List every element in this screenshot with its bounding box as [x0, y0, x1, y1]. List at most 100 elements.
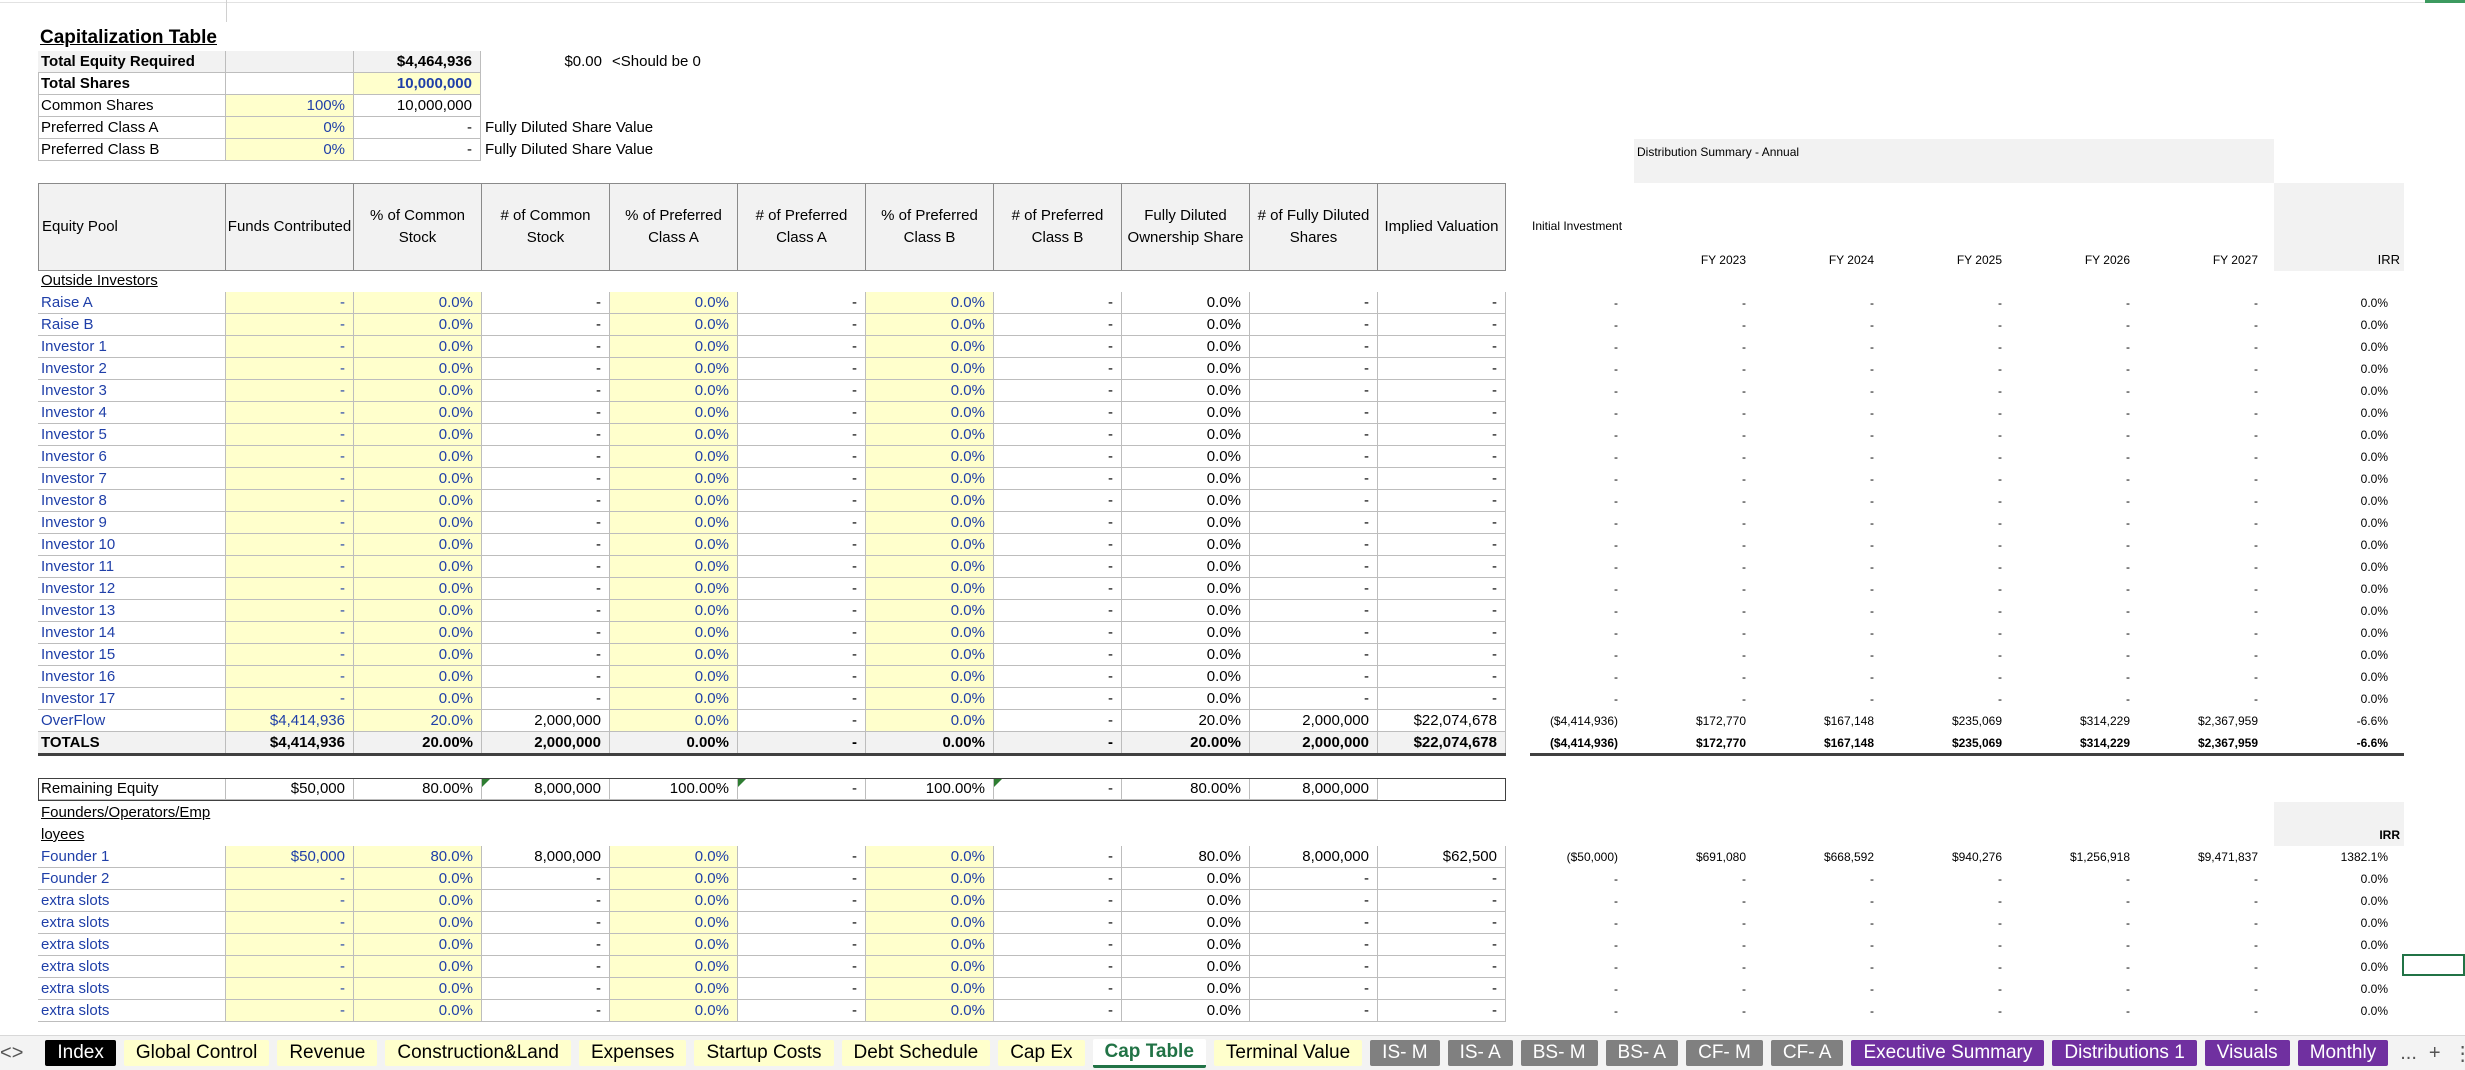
- common-pct-input[interactable]: 100%: [226, 95, 354, 117]
- founder-row-1-name[interactable]: Founder 2: [38, 868, 226, 890]
- founder-row-1-pct-pref-a[interactable]: 0.0%: [610, 868, 738, 890]
- investor-row-0-num-pref-a[interactable]: -: [738, 292, 866, 314]
- add-sheet-button[interactable]: +: [2429, 1042, 2441, 1065]
- founder-row-1-fd-share[interactable]: 0.0%: [1122, 868, 1250, 890]
- investor-row-16-valuation[interactable]: -: [1378, 644, 1506, 666]
- investor-row-13-num-pref-b[interactable]: -: [994, 578, 1122, 600]
- investor-row-9-num-common[interactable]: -: [482, 490, 610, 512]
- investor-row-17-pct-common[interactable]: 0.0%: [354, 666, 482, 688]
- investor-row-2-funds[interactable]: -: [226, 336, 354, 358]
- founder-row-6-fd-shares[interactable]: -: [1250, 978, 1378, 1000]
- investor-row-19-funds[interactable]: $4,414,936: [226, 710, 354, 732]
- investor-row-10-funds[interactable]: -: [226, 512, 354, 534]
- founder-row-3-num-common[interactable]: -: [482, 912, 610, 934]
- investor-row-4-num-pref-b[interactable]: -: [994, 380, 1122, 402]
- investor-row-16-name[interactable]: Investor 15: [38, 644, 226, 666]
- investor-row-1-fd-share[interactable]: 0.0%: [1122, 314, 1250, 336]
- founder-row-0-num-pref-a[interactable]: -: [738, 846, 866, 868]
- investor-row-12-valuation[interactable]: -: [1378, 556, 1506, 578]
- founder-row-6-pct-pref-a[interactable]: 0.0%: [610, 978, 738, 1000]
- founder-row-5-valuation[interactable]: -: [1378, 956, 1506, 978]
- founder-row-0-pct-common[interactable]: 80.0%: [354, 846, 482, 868]
- founder-row-6-fd-share[interactable]: 0.0%: [1122, 978, 1250, 1000]
- sheet-tab-revenue[interactable]: Revenue: [277, 1040, 378, 1066]
- founder-row-6-num-common[interactable]: -: [482, 978, 610, 1000]
- investor-row-14-funds[interactable]: -: [226, 600, 354, 622]
- investor-row-0-num-pref-b[interactable]: -: [994, 292, 1122, 314]
- investor-row-12-name[interactable]: Investor 11: [38, 556, 226, 578]
- total-equity-value[interactable]: $4,464,936: [354, 51, 481, 73]
- investor-row-1-num-pref-b[interactable]: -: [994, 314, 1122, 336]
- founder-row-5-pct-pref-b[interactable]: 0.0%: [866, 956, 994, 978]
- founder-row-3-pct-pref-b[interactable]: 0.0%: [866, 912, 994, 934]
- investor-row-9-fd-shares[interactable]: -: [1250, 490, 1378, 512]
- sheet-tab-startup-costs[interactable]: Startup Costs: [694, 1040, 834, 1066]
- investor-row-11-pct-pref-a[interactable]: 0.0%: [610, 534, 738, 556]
- founder-row-0-pct-pref-b[interactable]: 0.0%: [866, 846, 994, 868]
- investor-row-12-pct-pref-a[interactable]: 0.0%: [610, 556, 738, 578]
- investor-row-12-num-pref-b[interactable]: -: [994, 556, 1122, 578]
- founder-row-7-name[interactable]: extra slots: [38, 1000, 226, 1022]
- investor-row-18-pct-pref-b[interactable]: 0.0%: [866, 688, 994, 710]
- founder-row-2-pct-common[interactable]: 0.0%: [354, 890, 482, 912]
- founder-row-7-pct-pref-b[interactable]: 0.0%: [866, 1000, 994, 1022]
- founder-row-5-num-pref-a[interactable]: -: [738, 956, 866, 978]
- investor-row-8-fd-shares[interactable]: -: [1250, 468, 1378, 490]
- investor-row-16-num-pref-a[interactable]: -: [738, 644, 866, 666]
- founder-row-4-pct-pref-b[interactable]: 0.0%: [866, 934, 994, 956]
- investor-row-8-valuation[interactable]: -: [1378, 468, 1506, 490]
- investor-row-15-num-common[interactable]: -: [482, 622, 610, 644]
- founder-row-0-funds[interactable]: $50,000: [226, 846, 354, 868]
- sheet-tab-visuals[interactable]: Visuals: [2204, 1040, 2290, 1066]
- investor-row-0-pct-pref-b[interactable]: 0.0%: [866, 292, 994, 314]
- founder-row-1-fd-shares[interactable]: -: [1250, 868, 1378, 890]
- investor-row-15-fd-share[interactable]: 0.0%: [1122, 622, 1250, 644]
- investor-row-9-pct-pref-b[interactable]: 0.0%: [866, 490, 994, 512]
- investor-row-9-fd-share[interactable]: 0.0%: [1122, 490, 1250, 512]
- investor-row-14-name[interactable]: Investor 13: [38, 600, 226, 622]
- founder-row-6-num-pref-a[interactable]: -: [738, 978, 866, 1000]
- investor-row-8-funds[interactable]: -: [226, 468, 354, 490]
- founder-row-3-fd-shares[interactable]: -: [1250, 912, 1378, 934]
- investor-row-9-name[interactable]: Investor 8: [38, 490, 226, 512]
- investor-row-5-name[interactable]: Investor 4: [38, 402, 226, 424]
- investor-row-15-num-pref-b[interactable]: -: [994, 622, 1122, 644]
- founder-row-3-pct-common[interactable]: 0.0%: [354, 912, 482, 934]
- investor-row-19-fd-shares[interactable]: 2,000,000: [1250, 710, 1378, 732]
- investor-row-6-fd-share[interactable]: 0.0%: [1122, 424, 1250, 446]
- investor-row-18-fd-shares[interactable]: -: [1250, 688, 1378, 710]
- founder-row-1-pct-common[interactable]: 0.0%: [354, 868, 482, 890]
- investor-row-1-num-pref-a[interactable]: -: [738, 314, 866, 336]
- investor-row-13-pct-common[interactable]: 0.0%: [354, 578, 482, 600]
- investor-row-11-pct-common[interactable]: 0.0%: [354, 534, 482, 556]
- investor-row-8-name[interactable]: Investor 7: [38, 468, 226, 490]
- investor-row-2-pct-pref-a[interactable]: 0.0%: [610, 336, 738, 358]
- founder-row-5-pct-pref-a[interactable]: 0.0%: [610, 956, 738, 978]
- founder-row-1-num-common[interactable]: -: [482, 868, 610, 890]
- founder-row-1-num-pref-a[interactable]: -: [738, 868, 866, 890]
- investor-row-4-pct-common[interactable]: 0.0%: [354, 380, 482, 402]
- investor-row-11-fd-share[interactable]: 0.0%: [1122, 534, 1250, 556]
- active-cell-cursor[interactable]: [2402, 954, 2465, 976]
- sheet-tab-cf-a[interactable]: CF- A: [1770, 1040, 1844, 1066]
- investor-row-4-num-common[interactable]: -: [482, 380, 610, 402]
- investor-row-15-pct-common[interactable]: 0.0%: [354, 622, 482, 644]
- founder-row-4-funds[interactable]: -: [226, 934, 354, 956]
- investor-row-7-fd-shares[interactable]: -: [1250, 446, 1378, 468]
- founder-row-0-valuation[interactable]: $62,500: [1378, 846, 1506, 868]
- founder-row-0-name[interactable]: Founder 1: [38, 846, 226, 868]
- investor-row-4-valuation[interactable]: -: [1378, 380, 1506, 402]
- investor-row-18-name[interactable]: Investor 17: [38, 688, 226, 710]
- investor-row-3-valuation[interactable]: -: [1378, 358, 1506, 380]
- investor-row-12-fd-shares[interactable]: -: [1250, 556, 1378, 578]
- sheet-tab-distributions-1[interactable]: Distributions 1: [2052, 1040, 2197, 1066]
- founder-row-1-funds[interactable]: -: [226, 868, 354, 890]
- investor-row-11-num-common[interactable]: -: [482, 534, 610, 556]
- investor-row-3-num-common[interactable]: -: [482, 358, 610, 380]
- investor-row-16-pct-pref-b[interactable]: 0.0%: [866, 644, 994, 666]
- founder-row-5-fd-shares[interactable]: -: [1250, 956, 1378, 978]
- sheet-tab-cf-m[interactable]: CF- M: [1686, 1040, 1763, 1066]
- founder-row-0-pct-pref-a[interactable]: 0.0%: [610, 846, 738, 868]
- investor-row-5-num-pref-b[interactable]: -: [994, 402, 1122, 424]
- investor-row-19-pct-pref-a[interactable]: 0.0%: [610, 710, 738, 732]
